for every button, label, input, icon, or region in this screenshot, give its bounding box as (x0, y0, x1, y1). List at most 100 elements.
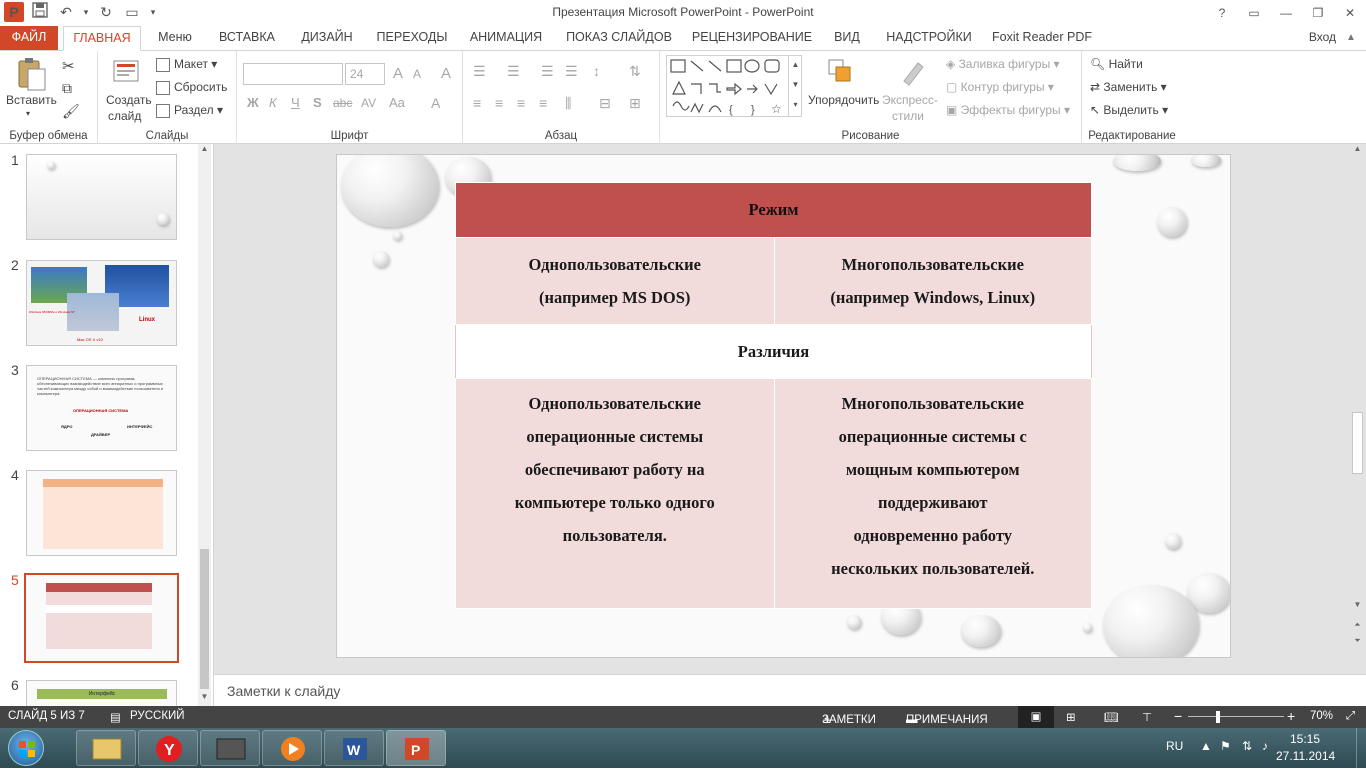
sign-in-link[interactable]: Вход (1309, 30, 1336, 44)
shrink-font-button[interactable]: A (413, 67, 421, 81)
align-center-icon[interactable]: ≡ (495, 95, 503, 111)
taskbar-explorer[interactable] (76, 730, 136, 766)
zoom-out-button[interactable]: − (1174, 708, 1182, 724)
slide-scroll-up-icon[interactable]: ▲ (1351, 144, 1364, 158)
tray-clock[interactable]: 15:15 (1290, 732, 1320, 746)
taskbar-word[interactable]: W (324, 730, 384, 766)
reset-button[interactable]: Сбросить (156, 80, 227, 95)
tray-up-arrow-icon[interactable]: ▲ (1200, 739, 1212, 753)
font-color-button[interactable]: A (431, 95, 440, 111)
close-icon[interactable]: ✕ (1334, 0, 1366, 26)
reading-view-icon[interactable]: 📖︎ (1104, 710, 1119, 724)
show-desktop-button[interactable] (1356, 728, 1366, 768)
previous-slide-icon[interactable]: ⏶ (1351, 620, 1364, 634)
text-direction-icon[interactable]: ⇅ (629, 63, 641, 80)
italic-button[interactable]: К (269, 95, 277, 110)
taskbar-video[interactable] (262, 730, 322, 766)
help-button[interactable]: ? (1206, 0, 1238, 26)
ribbon-display-options-icon[interactable]: ▭ (1238, 0, 1270, 26)
replace-button[interactable]: ⇄ Заменить ▾ (1090, 80, 1167, 94)
thumbnails-scroll-down-icon[interactable]: ▼ (198, 692, 211, 706)
tray-volume-icon[interactable]: ♪ (1262, 739, 1268, 753)
new-slide-button-line2[interactable]: слайд (108, 109, 141, 123)
find-button[interactable]: 🔍︎ Найти (1090, 57, 1143, 71)
align-text-icon[interactable]: ⊟ (599, 95, 611, 112)
zoom-level[interactable]: 70% (1310, 710, 1333, 722)
slide-scroll-thumb[interactable] (1352, 412, 1363, 474)
tab-animation[interactable]: АНИМАЦИЯ (463, 26, 549, 50)
slide-scrollbar[interactable]: ▲ ▼ ⏶ ⏷ (1351, 144, 1364, 664)
minimize-icon[interactable]: — (1270, 0, 1302, 26)
paste-icon[interactable] (16, 57, 48, 91)
new-slide-icon[interactable] (112, 57, 144, 89)
thumbnails-scroll-up-icon[interactable]: ▲ (198, 144, 211, 158)
strikethrough-button[interactable]: abc (333, 96, 352, 110)
start-button[interactable] (8, 730, 44, 766)
zoom-slider[interactable] (1188, 716, 1284, 717)
tray-date[interactable]: 27.11.2014 (1276, 749, 1335, 763)
taskbar-powerpoint[interactable]: P (386, 730, 446, 766)
arrange-button[interactable]: Упорядочить (808, 93, 879, 107)
columns-icon[interactable]: ⫼ (565, 95, 571, 112)
slide-thumbnail-5[interactable] (24, 573, 179, 663)
taskbar-yandex[interactable]: Y (138, 730, 198, 766)
justify-icon[interactable]: ≡ (539, 95, 547, 111)
numbering-icon[interactable]: ☰ (507, 63, 520, 80)
taskbar-media[interactable] (200, 730, 260, 766)
next-slide-icon[interactable]: ⏷ (1351, 636, 1364, 650)
thumbnails-scrollbar[interactable]: ▲ ▼ (198, 144, 211, 706)
shapes-gallery[interactable]: {} ☆ (666, 55, 802, 117)
tab-review[interactable]: РЕЦЕНЗИРОВАНИЕ (689, 26, 815, 50)
slide-thumbnail-3[interactable]: ОПЕРАЦИОННАЯ СИСТЕМА — комплекс программ… (26, 365, 177, 451)
tray-flag-icon[interactable]: ⚑ (1220, 739, 1231, 753)
shape-outline-button[interactable]: ▢ Контур фигуры ▾ (946, 80, 1054, 94)
quick-styles-button[interactable]: Экспресс- (882, 93, 938, 107)
table-cell-multi-user-desc[interactable]: Многопользовательские операционные систе… (773, 378, 1092, 609)
new-slide-button[interactable]: Создать (106, 93, 152, 107)
bullets-icon[interactable]: ☰ (473, 63, 486, 80)
table-cell-single-user-desc[interactable]: Однопользовательские операционные систем… (455, 378, 775, 609)
notes-pane[interactable]: Заметки к слайду (214, 674, 1366, 706)
tab-menu[interactable]: Меню (151, 26, 199, 50)
clear-formatting-button[interactable]: A (441, 65, 451, 82)
grow-font-button[interactable]: A (393, 65, 403, 82)
language-indicator[interactable]: РУССКИЙ (130, 710, 185, 722)
arrange-icon[interactable] (826, 57, 858, 89)
slideshow-view-icon[interactable]: ⊤ (1142, 710, 1152, 724)
tab-addins[interactable]: НАДСТРОЙКИ (880, 26, 978, 50)
shadow-button[interactable]: S (313, 95, 322, 110)
tab-foxit[interactable]: Foxit Reader PDF (988, 26, 1096, 50)
layout-button[interactable]: Макет ▾ (156, 57, 217, 72)
shape-effects-button[interactable]: ▣ Эффекты фигуры ▾ (946, 103, 1070, 117)
table-cell-single-user[interactable]: Однопользовательские (например MS DOS) (455, 237, 775, 325)
slide-thumbnail-1[interactable] (26, 154, 177, 240)
paste-button[interactable]: Вставить (6, 93, 57, 107)
paste-dropdown-icon[interactable]: ▾ (26, 109, 30, 118)
font-size-field[interactable]: 24 (345, 63, 385, 85)
slide-thumbnail-4[interactable] (26, 470, 177, 556)
copy-icon[interactable]: ⧉ (62, 80, 72, 97)
align-left-icon[interactable]: ≡ (473, 95, 481, 111)
tray-network-icon[interactable]: ⇅ (1242, 739, 1252, 753)
tray-language[interactable]: RU (1166, 739, 1183, 753)
normal-view-icon[interactable]: ▣ (1018, 706, 1054, 728)
format-painter-icon[interactable]: 🖌 (62, 103, 80, 120)
collapse-ribbon-icon[interactable]: ▲ (1346, 32, 1360, 46)
zoom-in-button[interactable]: + (1287, 708, 1295, 724)
tab-insert[interactable]: ВСТАВКА (211, 26, 283, 50)
tab-slideshow[interactable]: ПОКАЗ СЛАЙДОВ (561, 26, 677, 50)
slide-thumbnail-2[interactable]: Linux Windows 95/98/Me и Windows NT Mac … (26, 260, 177, 346)
restore-icon[interactable]: ❐ (1302, 0, 1334, 26)
change-case-button[interactable]: Aa (389, 95, 405, 110)
table-cell-multi-user[interactable]: Многопользовательские (например Windows,… (773, 237, 1092, 325)
fit-to-window-icon[interactable]: ⤢ (1346, 710, 1355, 723)
table-header-mode[interactable]: Режим (455, 182, 1092, 238)
tab-design[interactable]: ДИЗАЙН (294, 26, 360, 50)
tab-view[interactable]: ВИД (826, 26, 868, 50)
bold-button[interactable]: Ж (247, 95, 259, 110)
slide-canvas[interactable]: Режим Однопользовательские (например MS … (336, 154, 1231, 658)
smartart-icon[interactable]: ⊞ (629, 95, 641, 112)
tab-file[interactable]: ФАЙЛ (0, 26, 58, 50)
zoom-slider-thumb[interactable] (1216, 711, 1220, 723)
shapes-scroll[interactable]: ▲ ▼ ▾ (788, 55, 802, 117)
